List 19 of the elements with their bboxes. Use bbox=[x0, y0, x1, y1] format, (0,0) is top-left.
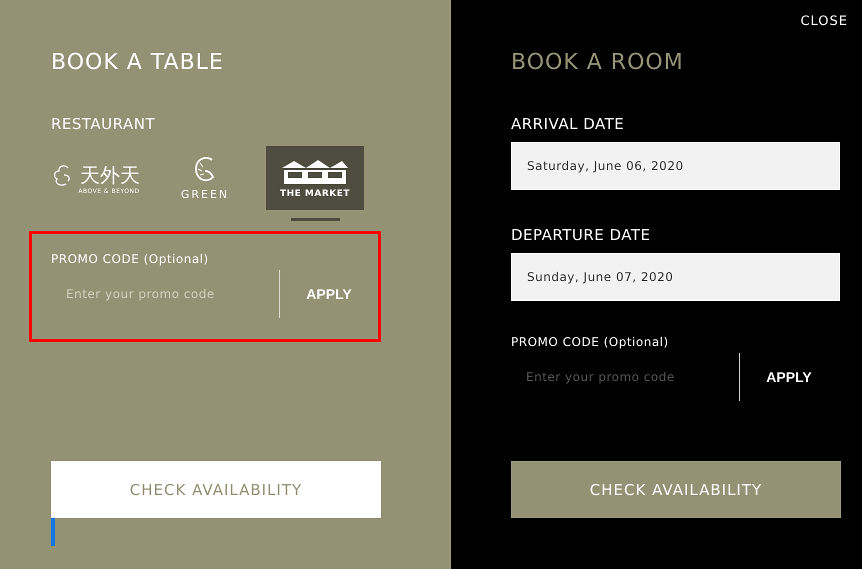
logo-name: THE MARKET bbox=[280, 188, 350, 198]
market-stalls-icon bbox=[280, 158, 350, 186]
date-field[interactable]: Sunday, June 07, 2020 bbox=[511, 253, 840, 301]
restaurant-label: RESTAURANT bbox=[51, 115, 156, 133]
restaurant-logo[interactable]: THE MARKET bbox=[266, 146, 364, 210]
section-title: BOOK A TABLE bbox=[51, 50, 225, 77]
logo-name: 天外天 bbox=[80, 162, 140, 188]
section-title: BOOK A ROOM bbox=[511, 50, 685, 77]
logo-name: GREEN bbox=[180, 188, 230, 201]
selected-underline bbox=[290, 218, 340, 221]
promo-label: PROMO CODE (Optional) bbox=[51, 252, 210, 266]
apply-button[interactable]: APPLY bbox=[740, 368, 838, 386]
close-button[interactable]: CLOSE bbox=[800, 12, 848, 30]
date-field[interactable]: Saturday, June 06, 2020 bbox=[511, 142, 840, 190]
date-label: DEPARTURE DATE bbox=[511, 226, 652, 244]
promo-field[interactable]: Enter your promo code bbox=[511, 353, 740, 401]
date-label: ARRIVAL DATE bbox=[511, 115, 626, 133]
promo-field[interactable]: Enter your promo code bbox=[51, 270, 280, 318]
promo-label: PROMO CODE (Optional) bbox=[511, 335, 670, 349]
